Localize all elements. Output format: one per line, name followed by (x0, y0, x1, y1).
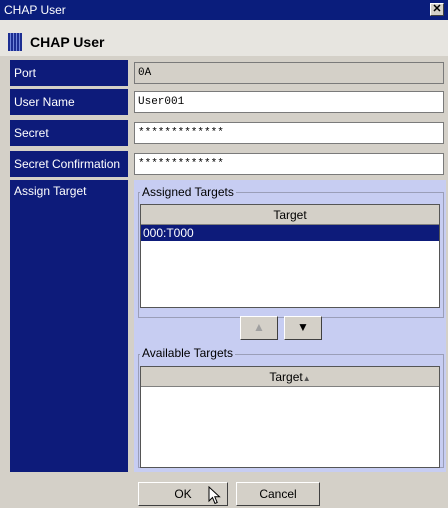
secret-confirmation-label: Secret Confirmation (10, 151, 128, 177)
user-name-input[interactable]: User001 (134, 91, 444, 113)
available-targets-title: Available Targets (140, 346, 235, 360)
assign-target-label: Assign Target (10, 180, 128, 472)
window-title: CHAP User (4, 3, 66, 17)
port-field: 0A (134, 62, 444, 84)
assign-target-panel: Assigned Targets Target 000:T000 ▲ ▼ Ava… (134, 180, 446, 472)
chap-user-dialog: CHAP User ✕ CHAP User Port 0A User Name … (0, 0, 448, 508)
table-row[interactable]: 000:T000 (141, 225, 439, 241)
cancel-button[interactable]: Cancel (236, 482, 320, 506)
available-targets-list[interactable]: Target▲ (140, 366, 440, 468)
up-arrow-icon: ▲ (253, 320, 265, 334)
close-button[interactable]: ✕ (430, 3, 444, 16)
cancel-label: Cancel (259, 487, 297, 501)
sort-ascending-icon: ▲ (302, 374, 311, 383)
available-target-column-header[interactable]: Target▲ (141, 367, 439, 387)
ok-label: OK (174, 487, 192, 501)
assigned-target-column-header[interactable]: Target (141, 205, 439, 225)
move-down-button[interactable]: ▼ (284, 316, 322, 340)
secret-label: Secret (10, 120, 128, 146)
assigned-targets-list[interactable]: Target 000:T000 (140, 204, 440, 308)
move-up-button[interactable]: ▲ (240, 316, 278, 340)
column-header-label: Target (269, 370, 303, 384)
user-name-label: User Name (10, 89, 128, 115)
port-label: Port (10, 60, 128, 86)
secret-confirmation-input[interactable]: ************* (134, 153, 444, 175)
close-icon: ✕ (432, 3, 442, 15)
mouse-cursor (208, 486, 221, 505)
assigned-targets-title: Assigned Targets (140, 185, 236, 199)
chap-user-icon (8, 33, 22, 51)
dialog-heading: CHAP User (30, 34, 105, 50)
secret-input[interactable]: ************* (134, 122, 444, 144)
down-arrow-icon: ▼ (297, 320, 309, 334)
title-bar[interactable]: CHAP User ✕ (0, 0, 448, 20)
